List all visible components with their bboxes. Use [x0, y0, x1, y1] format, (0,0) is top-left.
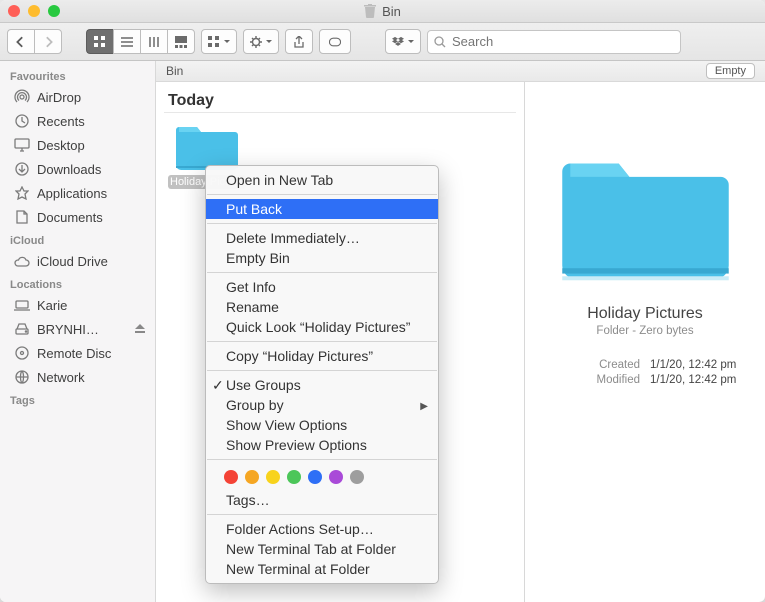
- documents-icon: [14, 209, 30, 225]
- window-title: Bin: [0, 4, 765, 19]
- sidebar-item-icloud-drive[interactable]: iCloud Drive: [0, 249, 155, 273]
- disc-icon: [14, 345, 30, 361]
- ctx-terminal-tab[interactable]: New Terminal Tab at Folder: [206, 539, 438, 559]
- sidebar-item-brynhi[interactable]: BRYNHI…: [0, 317, 155, 341]
- search-input[interactable]: [450, 33, 674, 50]
- column-view-button[interactable]: [140, 29, 167, 54]
- path-bar: Bin Empty: [156, 61, 765, 82]
- preview-detail: Folder - Zero bytes: [596, 325, 693, 337]
- close-button[interactable]: [8, 5, 20, 17]
- ctx-get-info[interactable]: Get Info: [206, 277, 438, 297]
- sidebar-section-favourites: Favourites: [0, 65, 155, 85]
- toolbar: [0, 23, 765, 61]
- window-title-text: Bin: [382, 4, 401, 19]
- ctx-rename[interactable]: Rename: [206, 297, 438, 317]
- sidebar-item-desktop[interactable]: Desktop: [0, 133, 155, 157]
- minimize-button[interactable]: [28, 5, 40, 17]
- share-button[interactable]: [285, 29, 313, 54]
- applications-icon: [14, 185, 30, 201]
- sidebar-item-documents[interactable]: Documents: [0, 205, 155, 229]
- sidebar-section-icloud: iCloud: [0, 229, 155, 249]
- tag-gray[interactable]: [350, 470, 364, 484]
- ctx-folder-actions[interactable]: Folder Actions Set-up…: [206, 519, 438, 539]
- sidebar-item-recents[interactable]: Recents: [0, 109, 155, 133]
- ctx-tag-swatches: [206, 464, 438, 490]
- modified-label: Modified: [525, 374, 640, 386]
- created-value: 1/1/20, 12:42 pm: [650, 359, 765, 371]
- download-icon: [14, 161, 30, 177]
- eject-icon[interactable]: [135, 322, 145, 337]
- separator: [207, 272, 437, 273]
- titlebar: Bin: [0, 0, 765, 23]
- context-menu[interactable]: Open in New Tab Put Back Delete Immediat…: [205, 165, 439, 584]
- created-label: Created: [525, 359, 640, 371]
- search-field[interactable]: [427, 30, 681, 54]
- tags-button[interactable]: [319, 29, 351, 54]
- path-location: Bin: [166, 64, 183, 78]
- ctx-group-by[interactable]: Group by: [206, 395, 438, 415]
- sidebar-item-network[interactable]: Network: [0, 365, 155, 389]
- sidebar-item-karie[interactable]: Karie: [0, 293, 155, 317]
- group-header: Today: [164, 90, 516, 113]
- search-icon: [434, 36, 446, 48]
- preview-pane: Holiday Pictures Folder - Zero bytes Cre…: [525, 82, 765, 602]
- separator: [207, 459, 437, 460]
- sidebar-item-applications[interactable]: Applications: [0, 181, 155, 205]
- ctx-terminal[interactable]: New Terminal at Folder: [206, 559, 438, 579]
- ctx-quick-look[interactable]: Quick Look “Holiday Pictures”: [206, 317, 438, 337]
- tag-blue[interactable]: [308, 470, 322, 484]
- nav-buttons: [7, 29, 62, 54]
- empty-bin-button[interactable]: Empty: [706, 63, 755, 79]
- preview-name: Holiday Pictures: [587, 305, 703, 323]
- tag-orange[interactable]: [245, 470, 259, 484]
- desktop-icon: [14, 137, 30, 153]
- ctx-tags[interactable]: Tags…: [206, 490, 438, 510]
- laptop-icon: [14, 297, 30, 313]
- preview-meta: Created 1/1/20, 12:42 pm Modified 1/1/20, …: [511, 337, 765, 389]
- list-view-button[interactable]: [113, 29, 140, 54]
- tag-red[interactable]: [224, 470, 238, 484]
- sidebar-item-airdrop[interactable]: AirDrop: [0, 85, 155, 109]
- clock-icon: [14, 113, 30, 129]
- tag-green[interactable]: [287, 470, 301, 484]
- sidebar-section-locations: Locations: [0, 273, 155, 293]
- ctx-put-back[interactable]: Put Back: [206, 199, 438, 219]
- ctx-empty-bin[interactable]: Empty Bin: [206, 248, 438, 268]
- ctx-copy[interactable]: Copy “Holiday Pictures”: [206, 346, 438, 366]
- sidebar-item-remote-disc[interactable]: Remote Disc: [0, 341, 155, 365]
- separator: [207, 341, 437, 342]
- airdrop-icon: [14, 89, 30, 105]
- action-button[interactable]: [243, 29, 279, 54]
- finder-window: Bin Favourites AirDrop Recents: [0, 0, 765, 602]
- gallery-view-button[interactable]: [167, 29, 195, 54]
- preview-folder-icon: [558, 142, 733, 287]
- separator: [207, 223, 437, 224]
- separator: [207, 194, 437, 195]
- separator: [207, 370, 437, 371]
- ctx-delete-immediately[interactable]: Delete Immediately…: [206, 228, 438, 248]
- window-controls: [8, 5, 60, 17]
- tag-purple[interactable]: [329, 470, 343, 484]
- sidebar-item-downloads[interactable]: Downloads: [0, 157, 155, 181]
- modified-value: 1/1/20, 12:42 pm: [650, 374, 765, 386]
- ctx-use-groups[interactable]: Use Groups: [206, 375, 438, 395]
- icon-view-button[interactable]: [86, 29, 113, 54]
- globe-icon: [14, 369, 30, 385]
- ctx-view-options[interactable]: Show View Options: [206, 415, 438, 435]
- cloud-icon: [14, 253, 30, 269]
- bin-icon: [364, 4, 376, 18]
- ctx-open-new-tab[interactable]: Open in New Tab: [206, 170, 438, 190]
- sidebar: Favourites AirDrop Recents Desktop Downl…: [0, 61, 156, 602]
- back-button[interactable]: [7, 29, 34, 54]
- separator: [207, 514, 437, 515]
- dropbox-button[interactable]: [385, 29, 421, 54]
- zoom-button[interactable]: [48, 5, 60, 17]
- view-mode: [86, 29, 195, 54]
- tag-yellow[interactable]: [266, 470, 280, 484]
- arrange-button[interactable]: [201, 29, 237, 54]
- sidebar-section-tags: Tags: [0, 389, 155, 409]
- forward-button[interactable]: [34, 29, 62, 54]
- ctx-preview-options[interactable]: Show Preview Options: [206, 435, 438, 455]
- drive-icon: [14, 321, 30, 337]
